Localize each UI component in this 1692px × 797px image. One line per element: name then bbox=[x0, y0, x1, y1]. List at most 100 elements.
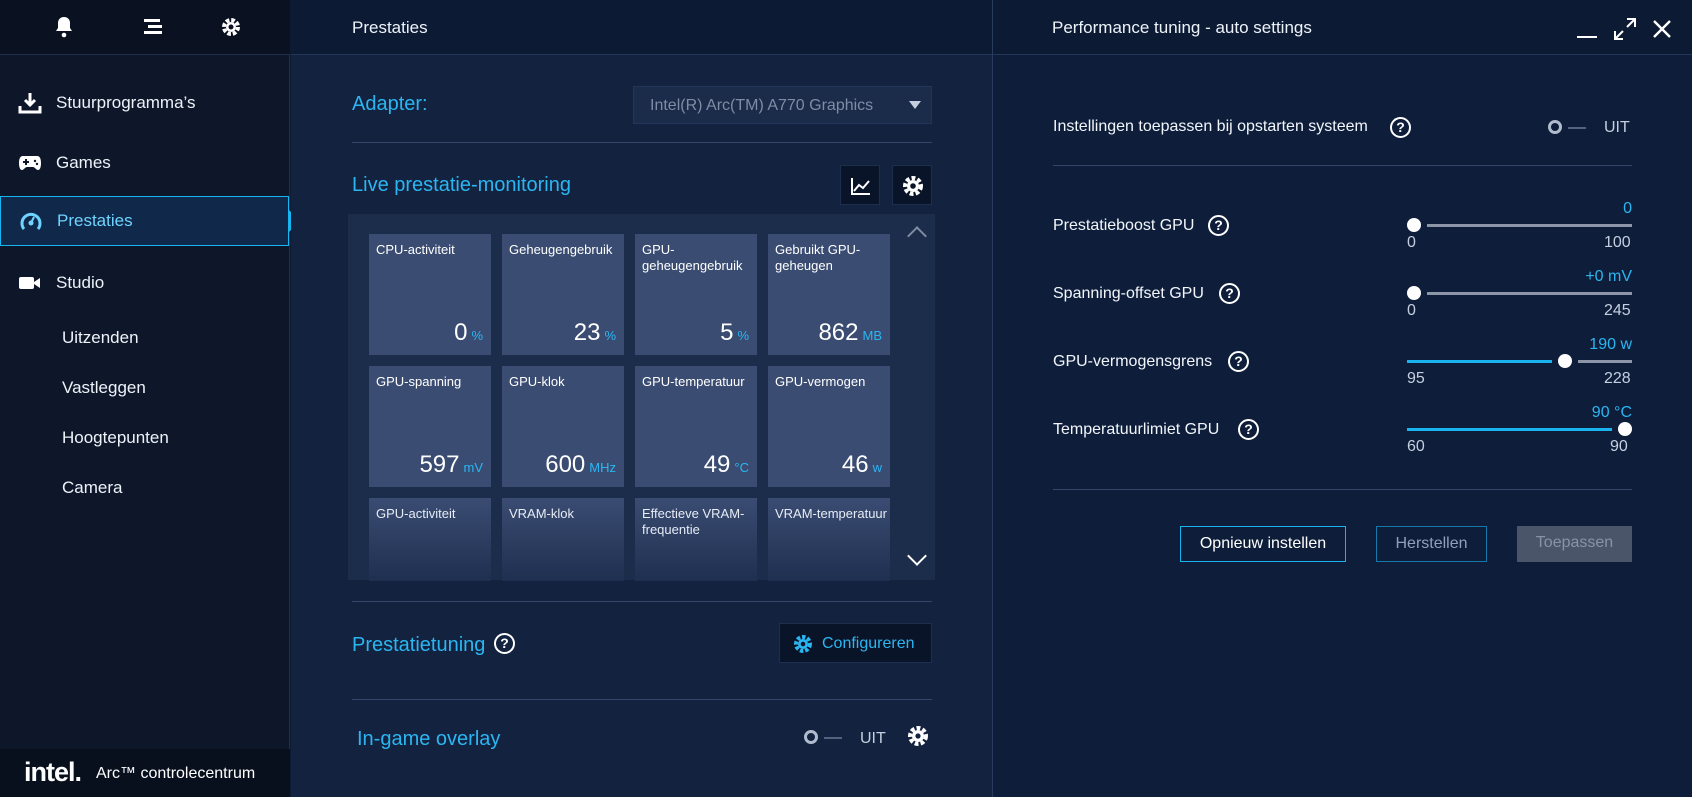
gear-icon[interactable] bbox=[218, 14, 244, 40]
startup-label: Instellingen toepassen bij opstarten sys… bbox=[1053, 118, 1368, 135]
sidebar-subitem-highlights[interactable]: Hoogtepunten bbox=[62, 428, 169, 448]
toggle-track bbox=[1568, 127, 1586, 129]
slider-thumb[interactable] bbox=[1557, 354, 1572, 368]
metric-value: 862 MB bbox=[818, 319, 882, 346]
sidebar-item-games[interactable]: Games bbox=[0, 138, 290, 188]
metric-label: VRAM-temperatuur bbox=[775, 506, 887, 521]
help-icon[interactable]: ? bbox=[1238, 419, 1259, 440]
metric-value: 0% bbox=[454, 319, 483, 346]
metric-tile-gpu-temperature[interactable]: GPU-temperatuur 49 °C bbox=[635, 366, 757, 487]
minimize-icon[interactable] bbox=[1577, 26, 1597, 51]
toggle-knob bbox=[1548, 120, 1562, 134]
bell-icon[interactable] bbox=[51, 14, 77, 40]
sidebar-subitem-capture[interactable]: Vastleggen bbox=[62, 378, 146, 398]
toggle-track bbox=[824, 737, 842, 739]
slider-thumb[interactable] bbox=[1407, 218, 1421, 232]
slider-min: 0 bbox=[1407, 302, 1416, 319]
metric-tile-vram-clock[interactable]: VRAM-klok bbox=[502, 498, 624, 581]
metric-label: GPU-geheugengebruik bbox=[642, 242, 743, 273]
slider-label: Spanning-offset GPU bbox=[1053, 285, 1204, 302]
power-limit-slider[interactable] bbox=[1407, 354, 1632, 368]
expand-icon[interactable] bbox=[1612, 16, 1638, 47]
sidebar-item-performance[interactable]: Prestaties bbox=[0, 196, 300, 246]
slider-min: 0 bbox=[1407, 234, 1416, 251]
metric-label: CPU-activiteit bbox=[376, 242, 455, 257]
slider-track bbox=[1427, 224, 1632, 227]
sidebar-item-label: Games bbox=[56, 153, 111, 172]
chevron-down-icon bbox=[909, 101, 921, 109]
divider bbox=[1053, 489, 1632, 490]
sidebar-toolbar bbox=[0, 0, 290, 55]
metric-tile-gpu-clock[interactable]: GPU-klok 600 MHz bbox=[502, 366, 624, 487]
slider-max: 228 bbox=[1604, 370, 1631, 387]
help-icon[interactable]: ? bbox=[1228, 351, 1249, 372]
metric-label: GPU-vermogen bbox=[775, 374, 866, 389]
metric-value: 5% bbox=[720, 319, 749, 346]
startup-state: UIT bbox=[1604, 119, 1630, 136]
restore-button[interactable]: Herstellen bbox=[1376, 526, 1487, 562]
slider-thumb[interactable] bbox=[1407, 286, 1421, 300]
intel-logo: intel. bbox=[24, 757, 82, 787]
temperature-limit-slider[interactable] bbox=[1407, 422, 1632, 436]
reset-button[interactable]: Opnieuw instellen bbox=[1180, 526, 1346, 562]
configure-button[interactable]: Configureren bbox=[779, 623, 932, 663]
toggle-knob bbox=[804, 730, 818, 744]
metric-tile-gpu-memory-used[interactable]: Gebruikt GPU-geheugen 862 MB bbox=[768, 234, 890, 355]
help-icon[interactable]: ? bbox=[494, 633, 515, 654]
help-icon[interactable]: ? bbox=[1208, 215, 1229, 236]
chart-view-button[interactable] bbox=[840, 165, 880, 205]
sidebar-item-drivers[interactable]: Stuurprogramma’s bbox=[0, 78, 290, 128]
gear-icon bbox=[903, 176, 923, 196]
tuning-title: Prestatietuning bbox=[352, 634, 486, 656]
tuning-panel-title: Performance tuning - auto settings bbox=[1052, 18, 1312, 37]
gamepad-icon bbox=[18, 152, 42, 174]
metric-tile-gpu-memory-usage[interactable]: GPU-geheugengebruik 5% bbox=[635, 234, 757, 355]
divider bbox=[1053, 165, 1632, 166]
close-icon[interactable] bbox=[1652, 19, 1672, 44]
slider-track bbox=[1427, 292, 1632, 295]
overlay-settings-icon[interactable] bbox=[906, 724, 930, 753]
adapter-label: Adapter: bbox=[352, 93, 428, 115]
slider-max: 100 bbox=[1604, 234, 1631, 251]
slider-value: 190 w bbox=[1589, 336, 1632, 353]
slider-value: +0 mV bbox=[1585, 268, 1632, 285]
slider-min: 60 bbox=[1407, 438, 1425, 455]
startup-toggle[interactable] bbox=[1548, 120, 1590, 138]
metric-label: GPU-klok bbox=[509, 374, 565, 389]
sidebar-subitem-camera[interactable]: Camera bbox=[62, 478, 122, 498]
slider-label: Temperatuurlimiet GPU bbox=[1053, 421, 1220, 438]
gpu-boost-slider[interactable] bbox=[1407, 218, 1632, 232]
divider bbox=[352, 601, 932, 602]
sidebar-item-label: Stuurprogramma’s bbox=[56, 93, 196, 112]
gear-icon bbox=[794, 635, 812, 653]
metric-tile-vram-temperature[interactable]: VRAM-temperatuur bbox=[768, 498, 890, 581]
line-chart-icon bbox=[851, 178, 870, 195]
metric-tile-memory-usage[interactable]: Geheugengebruik 23% bbox=[502, 234, 624, 355]
metric-tile-gpu-voltage[interactable]: GPU-spanning 597 mV bbox=[369, 366, 491, 487]
metric-tile-gpu-power[interactable]: GPU-vermogen 46 w bbox=[768, 366, 890, 487]
voltage-offset-slider[interactable] bbox=[1407, 286, 1632, 300]
sidebar-subitem-broadcast[interactable]: Uitzenden bbox=[62, 328, 139, 348]
overlay-toggle[interactable] bbox=[804, 730, 844, 748]
slider-thumb[interactable] bbox=[1618, 422, 1632, 436]
slider-min: 95 bbox=[1407, 370, 1425, 387]
metric-tile-gpu-activity[interactable]: GPU-activiteit bbox=[369, 498, 491, 581]
menu-icon[interactable] bbox=[140, 14, 166, 40]
divider bbox=[352, 142, 932, 143]
sidebar-item-label: Prestaties bbox=[57, 211, 133, 230]
sidebar-item-studio[interactable]: Studio bbox=[0, 258, 290, 308]
sidebar-item-label: Studio bbox=[56, 273, 105, 292]
apply-button[interactable]: Toepassen bbox=[1517, 526, 1632, 562]
metric-label: Gebruikt GPU-geheugen bbox=[775, 242, 861, 273]
metric-value: 597 mV bbox=[419, 451, 483, 478]
video-camera-icon bbox=[18, 272, 42, 294]
help-icon[interactable]: ? bbox=[1219, 283, 1240, 304]
help-icon[interactable]: ? bbox=[1390, 117, 1411, 138]
metric-tile-cpu-activity[interactable]: CPU-activiteit 0% bbox=[369, 234, 491, 355]
metric-label: GPU-activiteit bbox=[376, 506, 456, 521]
metric-tile-vram-frequency[interactable]: Effectieve VRAM-frequentie bbox=[635, 498, 757, 581]
download-icon bbox=[18, 92, 42, 114]
adapter-select[interactable]: Intel(R) Arc(TM) A770 Graphics bbox=[633, 86, 932, 124]
overlay-title: In-game overlay bbox=[357, 728, 501, 750]
monitoring-settings-button[interactable] bbox=[892, 165, 932, 205]
